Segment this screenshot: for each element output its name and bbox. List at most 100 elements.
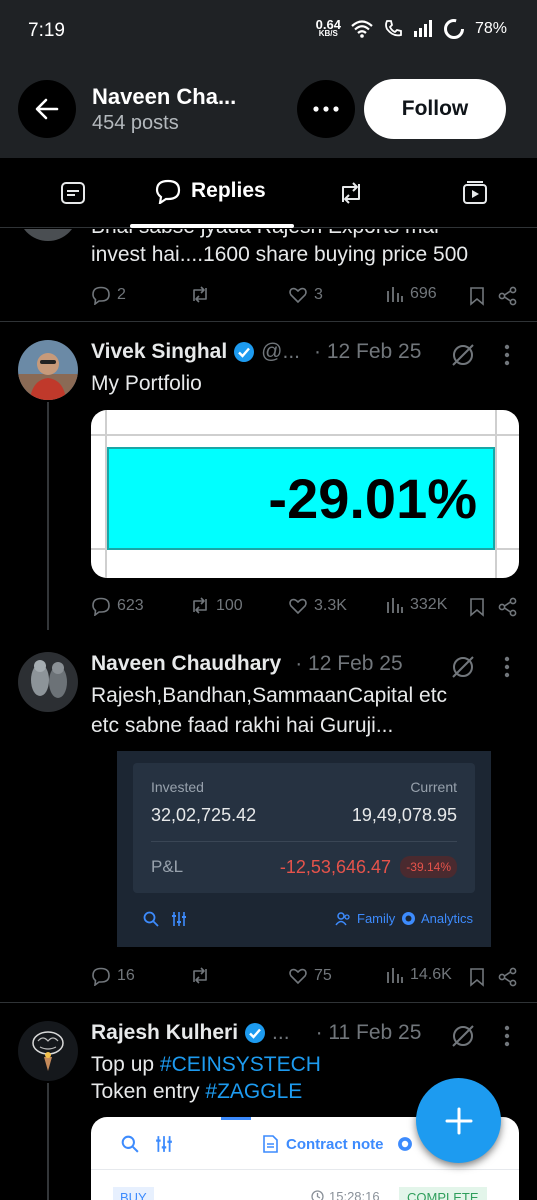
- portfolio-change-value: -29.01%: [268, 467, 477, 530]
- view-count: 332K: [410, 596, 448, 613]
- reply-count: 16: [117, 967, 135, 984]
- more-vertical-icon: [504, 1025, 510, 1047]
- bookmark-icon: [470, 287, 484, 306]
- tweet-text-line1: Rajesh,Bandhan,SammaanCapital etc: [91, 684, 448, 707]
- tweet-image[interactable]: Invested Current 32,02,725.42 19,49,078.…: [91, 751, 519, 947]
- search-icon: [121, 1135, 139, 1153]
- search-icon: [143, 911, 159, 927]
- author-name[interactable]: Vivek Singhal: [91, 340, 227, 364]
- app-screenshot: Invested Current 32,02,725.42 19,49,078.…: [117, 751, 491, 947]
- like-count: 3: [314, 286, 323, 303]
- tab-replies[interactable]: Replies: [155, 178, 266, 204]
- tweet-partial[interactable]: Bhai sabse jyada Rajesh Exports mai inve…: [0, 229, 537, 321]
- repost-button[interactable]: [190, 285, 210, 305]
- share-icon: [498, 286, 517, 306]
- author-name[interactable]: Rajesh Kulheri: [91, 1021, 238, 1045]
- filter-icon: [155, 1135, 173, 1153]
- status-badge: COMPLETE: [399, 1187, 487, 1200]
- more-options-button[interactable]: [297, 80, 355, 138]
- heart-icon: [289, 598, 307, 615]
- like-button[interactable]: 75: [288, 966, 332, 986]
- current-label: Current: [410, 779, 457, 795]
- tweet-header: Vivek Singhal @... · 12 Feb 25: [91, 340, 421, 364]
- reply-count: 2: [117, 286, 126, 303]
- analytics-icon: [402, 912, 415, 925]
- tab-highlights[interactable]: [60, 180, 86, 206]
- author-name[interactable]: Naveen Chaudhary: [91, 652, 281, 676]
- tab-reposts[interactable]: [337, 180, 365, 206]
- share-button[interactable]: [498, 967, 518, 987]
- card-divider: [151, 841, 457, 842]
- like-button[interactable]: 3: [288, 285, 323, 305]
- repost-button[interactable]: [190, 966, 210, 986]
- tweet[interactable]: Vivek Singhal @... · 12 Feb 25 My Portfo…: [0, 322, 537, 630]
- avatar[interactable]: [18, 652, 78, 712]
- views-icon: [387, 598, 403, 613]
- tweet-menu-button[interactable]: [504, 656, 510, 678]
- portfolio-cell: -29.01%: [107, 447, 495, 550]
- avatar[interactable]: [18, 1021, 78, 1081]
- profile-header: Naveen Cha... 454 posts Follow: [0, 64, 537, 158]
- avatar[interactable]: [18, 340, 78, 400]
- status-time: 7:19: [28, 20, 65, 41]
- grok-button[interactable]: [450, 342, 476, 368]
- reply-button[interactable]: 623: [91, 596, 144, 616]
- share-icon: [498, 597, 517, 617]
- reply-icon: [92, 286, 110, 305]
- views-button[interactable]: 332K: [386, 596, 447, 614]
- grok-icon: [452, 656, 474, 678]
- tweet-image[interactable]: -29.01%: [91, 410, 519, 578]
- tweet[interactable]: Naveen Chaudhary · 12 Feb 25 Rajesh,Band…: [0, 630, 537, 1002]
- tweet-menu-button[interactable]: [504, 344, 510, 366]
- pl-value: -12,53,646.47: [279, 857, 391, 877]
- invested-label: Invested: [151, 779, 204, 795]
- tweet-date: · 12 Feb 25: [314, 340, 422, 363]
- tweet-text-line1: Top up #CEINSYSTECH: [91, 1053, 321, 1076]
- status-bar: 7:19 0.64 KB/S 78%: [0, 0, 537, 64]
- repost-count: 100: [216, 597, 243, 614]
- analytics-icon: [397, 1136, 413, 1152]
- order-time: 15:28:16: [311, 1189, 380, 1200]
- reply-icon: [92, 597, 110, 616]
- tweet-header: Rajesh Kulheri ... · 11 Feb 25: [91, 1021, 421, 1045]
- tab-media[interactable]: [462, 180, 488, 206]
- signal-icon: [413, 20, 432, 37]
- compose-button[interactable]: [416, 1078, 501, 1163]
- pl-percent-badge: -39.14%: [400, 856, 457, 878]
- bookmark-button[interactable]: [469, 967, 485, 987]
- image-divider: [91, 1169, 519, 1170]
- grok-button[interactable]: [450, 654, 476, 680]
- tweet-menu-button[interactable]: [504, 1025, 510, 1047]
- like-count: 3.3K: [314, 597, 347, 614]
- reply-button[interactable]: 16: [91, 966, 135, 986]
- repost-icon: [193, 597, 207, 614]
- contract-note-link: Contract note: [263, 1135, 384, 1153]
- hashtag-link[interactable]: #CEINSYSTECH: [160, 1053, 321, 1076]
- battery-icon: [443, 19, 464, 39]
- family-label: Family: [357, 911, 396, 926]
- document-icon: [263, 1135, 278, 1153]
- like-button[interactable]: 3.3K: [288, 596, 347, 616]
- back-button[interactable]: [18, 80, 76, 138]
- tweet-text-line2: invest hai....1600 share buying price 50…: [91, 243, 469, 266]
- reply-button[interactable]: 2: [91, 285, 126, 305]
- author-handle[interactable]: @...: [261, 340, 300, 364]
- profile-tabs: Replies: [0, 158, 537, 228]
- bookmark-button[interactable]: [469, 286, 485, 306]
- analytics-label: Analytics: [421, 911, 474, 926]
- current-value: 19,49,078.95: [351, 805, 457, 825]
- statue-photo-icon: [18, 652, 78, 712]
- views-button[interactable]: 696: [386, 285, 437, 303]
- view-count: 696: [410, 285, 437, 302]
- thread-line: [47, 1083, 49, 1200]
- grok-button[interactable]: [450, 1023, 476, 1049]
- repost-button[interactable]: 100: [190, 596, 243, 616]
- share-button[interactable]: [498, 286, 518, 306]
- repost-icon: [193, 286, 207, 303]
- bookmark-button[interactable]: [469, 597, 485, 617]
- follow-button[interactable]: Follow: [364, 79, 506, 139]
- hashtag-link[interactable]: #ZAGGLE: [205, 1080, 302, 1103]
- author-handle[interactable]: ...: [272, 1021, 290, 1045]
- share-button[interactable]: [498, 597, 518, 617]
- views-button[interactable]: 14.6K: [386, 966, 452, 984]
